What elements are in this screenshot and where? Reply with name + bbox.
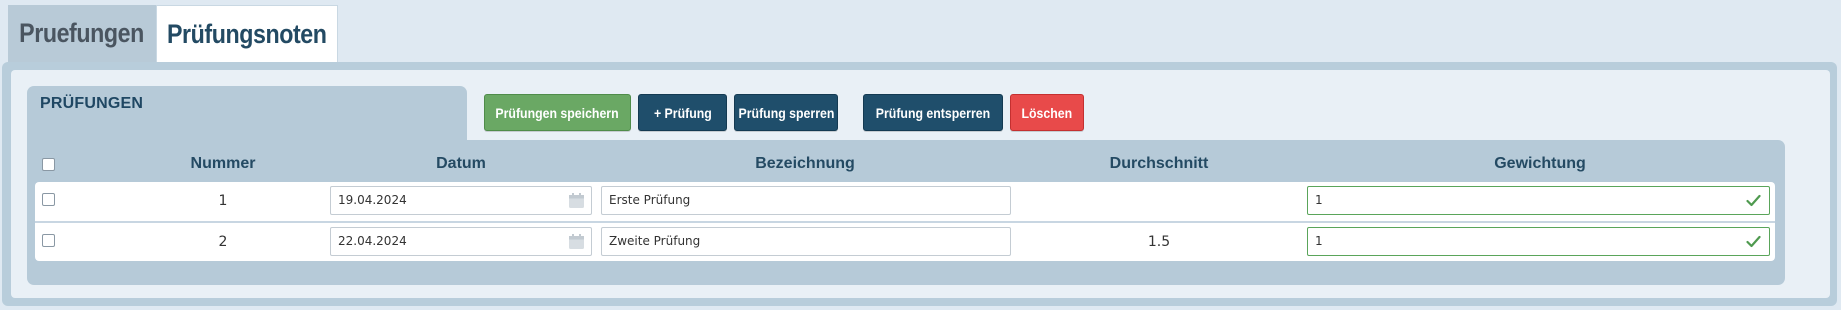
- tab-pruefungen-label: Pruefungen: [19, 18, 145, 48]
- unlock-exam-label: Prüfung entsperren: [875, 104, 991, 121]
- lock-exam-label: Prüfung sperren: [738, 104, 834, 121]
- weight-input[interactable]: 1: [1307, 186, 1770, 215]
- checkmark-icon: [1746, 194, 1761, 207]
- weight-value: 1: [1315, 193, 1323, 207]
- header-gewichtung: Gewichtung: [1494, 155, 1586, 172]
- row-checkbox[interactable]: [42, 234, 55, 247]
- tab-pruefungsnoten[interactable]: Prüfungsnoten: [156, 5, 338, 62]
- header-bezeichnung: Bezeichnung: [755, 155, 855, 172]
- checkmark-icon: [1746, 235, 1761, 248]
- date-input[interactable]: 22.04.2024: [330, 227, 592, 256]
- add-exam-button[interactable]: + Prüfung: [638, 94, 727, 131]
- average-value: 1.5: [1147, 234, 1171, 250]
- header-durchschnitt: Durchschnitt: [1109, 155, 1209, 172]
- table-row: 2 22.04.2024 Zweite Prüfung 1.5 1: [35, 223, 1775, 262]
- title-value: Erste Prüfung: [609, 193, 691, 207]
- header-datum: Datum: [436, 155, 486, 172]
- date-input[interactable]: 19.04.2024: [330, 186, 592, 215]
- exam-table-body: 1 19.04.2024 Erste Prüfung 1 2 22.04.202…: [35, 182, 1775, 261]
- row-number: 1: [218, 193, 228, 209]
- panel-title: PRÜFUNGEN: [40, 95, 144, 112]
- select-all-checkbox[interactable]: [42, 158, 55, 171]
- title-value: Zweite Prüfung: [609, 234, 701, 248]
- delete-label: Löschen: [1021, 104, 1073, 121]
- unlock-exam-button[interactable]: Prüfung entsperren: [863, 94, 1003, 131]
- panel-header: PRÜFUNGEN: [27, 86, 467, 146]
- delete-button[interactable]: Löschen: [1010, 94, 1084, 131]
- title-input[interactable]: Erste Prüfung: [601, 186, 1011, 215]
- header-nummer: Nummer: [190, 155, 256, 172]
- lock-exam-button[interactable]: Prüfung sperren: [734, 94, 838, 131]
- row-number: 2: [218, 234, 228, 250]
- save-exams-button[interactable]: Prüfungen speichern: [484, 94, 631, 131]
- save-exams-label: Prüfungen speichern: [495, 104, 620, 121]
- tab-pruefungsnoten-label: Prüfungsnoten: [167, 18, 327, 49]
- calendar-icon[interactable]: [568, 233, 585, 250]
- weight-input[interactable]: 1: [1307, 227, 1770, 256]
- date-value: 22.04.2024: [338, 234, 407, 248]
- table-row: 1 19.04.2024 Erste Prüfung 1: [35, 182, 1775, 221]
- date-value: 19.04.2024: [338, 193, 407, 207]
- weight-value: 1: [1315, 234, 1323, 248]
- tab-bar: Pruefungen Prüfungsnoten: [8, 5, 338, 62]
- calendar-icon[interactable]: [568, 192, 585, 209]
- tab-pruefungen[interactable]: Pruefungen: [8, 5, 156, 62]
- row-checkbox[interactable]: [42, 193, 55, 206]
- title-input[interactable]: Zweite Prüfung: [601, 227, 1011, 256]
- add-exam-label: + Prüfung: [653, 104, 712, 121]
